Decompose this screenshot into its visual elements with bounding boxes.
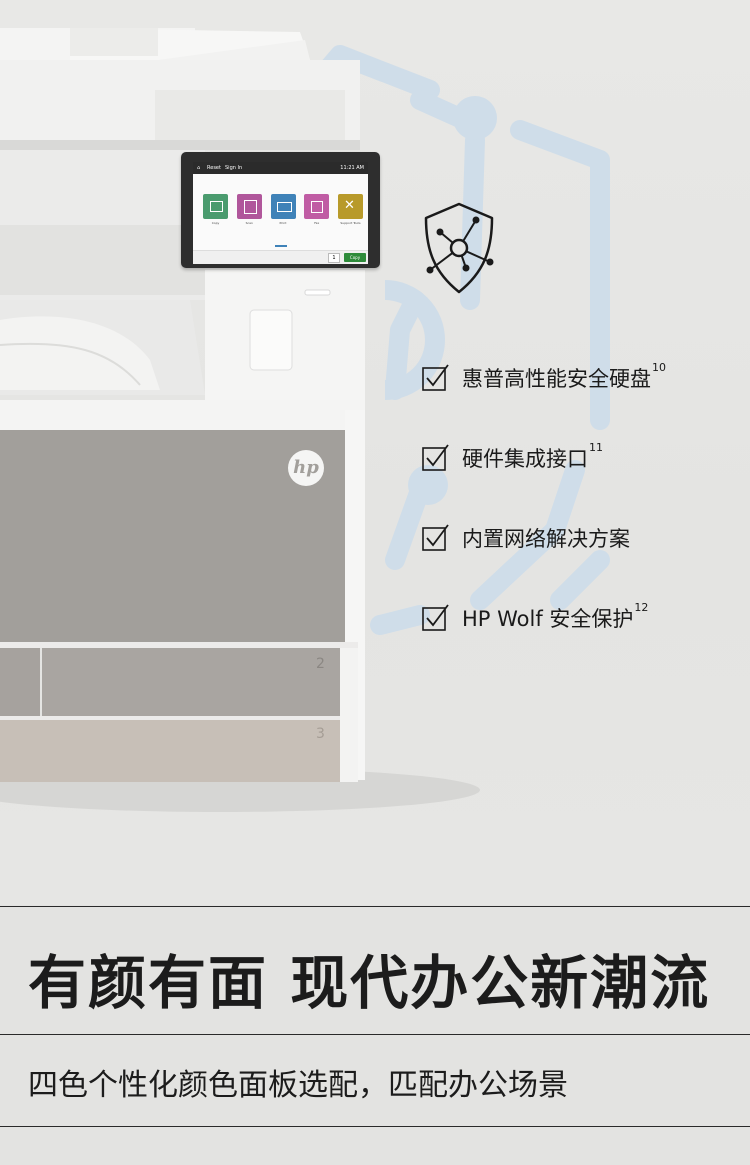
tray-3-label: 3 bbox=[316, 726, 325, 742]
tray-2-label: 2 bbox=[316, 656, 325, 672]
support-tools-app-label: Support Tools bbox=[340, 221, 361, 225]
copy-app-tile[interactable]: Copy bbox=[203, 194, 228, 225]
home-icon[interactable]: ⌂ bbox=[197, 162, 200, 174]
hero-image: hp 2 3 ⌂ Reset Sign In 11:21 AM Copy Sca… bbox=[0, 0, 750, 905]
subheadline: 四色个性化颜色面板选配，匹配办公场景 bbox=[28, 1068, 568, 1103]
divider-bottom bbox=[0, 1126, 750, 1127]
hp-logo: hp bbox=[288, 450, 324, 486]
feature-label: 内置网络解决方案 bbox=[462, 527, 630, 551]
feature-label: 硬件集成接口11 bbox=[462, 441, 603, 471]
support-tools-app-tile[interactable]: ✕ Support Tools bbox=[338, 194, 363, 225]
fax-app-icon bbox=[311, 201, 324, 213]
shield-network-icon bbox=[424, 202, 494, 294]
feature-label: 惠普高性能安全硬盘10 bbox=[462, 361, 666, 391]
feature-item: 内置网络解决方案 bbox=[422, 520, 750, 552]
checkbox-checked-icon bbox=[422, 524, 449, 551]
control-panel-status-bar: ⌂ Reset Sign In 11:21 AM bbox=[193, 162, 368, 174]
checkbox-checked-icon bbox=[422, 444, 449, 471]
scan-app-label: Scan bbox=[245, 221, 253, 225]
control-panel-display: ⌂ Reset Sign In 11:21 AM Copy Scan Print bbox=[193, 162, 368, 264]
fax-app-label: Fax bbox=[314, 221, 320, 225]
copy-app-icon bbox=[210, 201, 223, 212]
copy-app-label: Copy bbox=[211, 221, 220, 225]
printer-control-panel: ⌂ Reset Sign In 11:21 AM Copy Scan Print bbox=[181, 152, 380, 268]
copy-count-field[interactable]: 1 bbox=[328, 253, 340, 263]
copy-start-button[interactable]: Copy bbox=[344, 253, 366, 262]
app-tiles: Copy Scan Print Fax ✕ Support Tools bbox=[203, 194, 363, 225]
sign-in-button[interactable]: Sign In bbox=[225, 162, 242, 174]
print-app-tile[interactable]: Print bbox=[270, 194, 296, 225]
feature-item: 硬件集成接口11 bbox=[422, 440, 750, 472]
feature-label: HP Wolf 安全保护12 bbox=[462, 601, 649, 631]
tools-app-icon: ✕ bbox=[344, 198, 355, 213]
print-app-label: Print bbox=[279, 221, 287, 225]
headline: 有颜有面 现代办公新潮流 bbox=[28, 949, 711, 1017]
fax-app-tile[interactable]: Fax bbox=[304, 194, 330, 225]
reset-button[interactable]: Reset bbox=[207, 162, 221, 174]
clock-label: 11:21 AM bbox=[340, 165, 364, 171]
page-indicator bbox=[275, 245, 287, 247]
print-app-icon bbox=[276, 202, 292, 212]
divider-top bbox=[0, 906, 750, 907]
control-panel-action-bar: 1 Copy bbox=[193, 250, 368, 264]
feature-item: 惠普高性能安全硬盘10 bbox=[422, 360, 750, 392]
scan-app-tile[interactable]: Scan bbox=[236, 194, 262, 225]
hp-logo-text: hp bbox=[293, 457, 319, 478]
scan-app-icon bbox=[243, 200, 257, 214]
divider-middle bbox=[0, 1034, 750, 1035]
feature-item: HP Wolf 安全保护12 bbox=[422, 600, 750, 632]
checkbox-checked-icon bbox=[422, 364, 449, 391]
checkbox-checked-icon bbox=[422, 604, 449, 631]
